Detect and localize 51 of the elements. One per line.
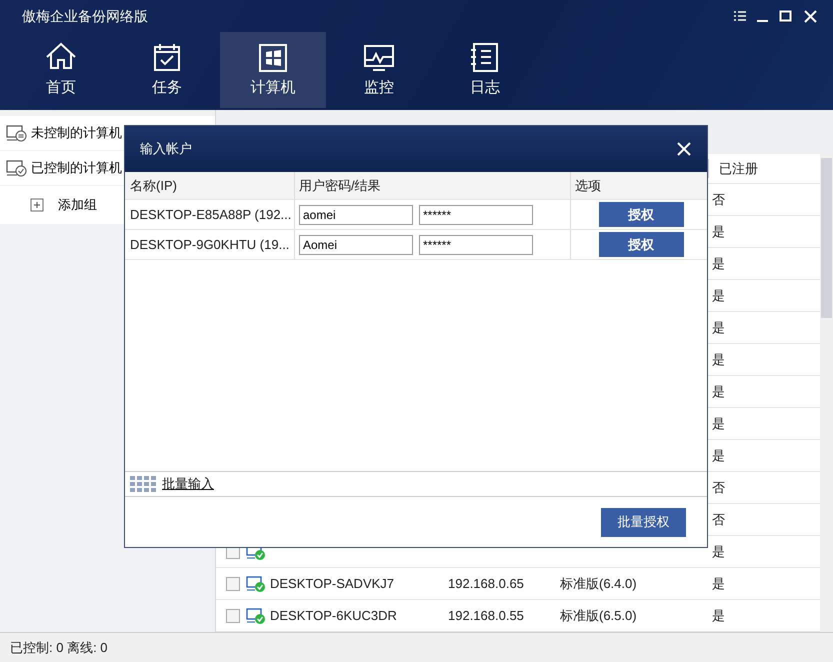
nav-tab[interactable]: 监控 (326, 32, 432, 108)
menu-icon (732, 8, 747, 24)
checkbox[interactable] (226, 608, 240, 622)
table-cell-text: 是 (711, 606, 726, 625)
table-cell-text: 是 (711, 318, 726, 337)
table-cell-text: 否 (711, 510, 726, 529)
nav-tab[interactable]: 首页 (8, 32, 114, 108)
table-cell-text: 是 (711, 286, 726, 305)
table-cell-text: 是 (711, 382, 726, 401)
monitor-check-icon (246, 606, 266, 624)
nav-tab[interactable]: 任务 (114, 32, 220, 108)
table-cell-text: 否 (711, 478, 726, 497)
table-cell-text: 标准版(6.5.0) (560, 606, 638, 625)
table-cell-text: 标准版(6.4.0) (560, 574, 638, 593)
authorize-button[interactable]: 授权 (598, 232, 684, 257)
table-cell-text: DESKTOP-SADVKJ7 (270, 574, 396, 593)
username-field[interactable]: aomei (299, 204, 413, 224)
minimize-icon (757, 20, 768, 22)
table-cell-text: 否 (711, 190, 726, 209)
table-cell-text: 是 (711, 446, 726, 465)
password-field[interactable]: ****** (419, 234, 533, 254)
table-cell-text: DESKTOP-9G0KHTU (19... (130, 236, 290, 254)
table-cell-text: 是 (711, 350, 726, 369)
table-cell-text: 是 (711, 542, 726, 561)
close-icon (803, 8, 818, 24)
table-cell-text: 192.168.0.65 (448, 574, 525, 593)
table-cell-text: DESKTOP-6KUC3DR (270, 606, 398, 625)
close-icon (677, 142, 691, 156)
checkbox[interactable] (226, 576, 240, 590)
plus-box-icon (30, 198, 44, 212)
monitor-check-icon (246, 574, 266, 592)
table-cell-text: 是 (711, 414, 726, 433)
table-cell-text: 192.168.0.55 (448, 606, 525, 625)
password-field[interactable]: ****** (419, 204, 533, 224)
monitor-check-icon (6, 159, 27, 177)
column-header: 选项 (575, 176, 601, 195)
batch-authorize-button[interactable]: 批量授权 (601, 508, 686, 536)
window-title: 傲梅企业备份网络版 (22, 6, 149, 26)
table-cell-text: 是 (711, 254, 726, 273)
table-cell-text: 是 (711, 574, 726, 593)
table-cell-text: 是 (711, 222, 726, 241)
nav-tab[interactable]: 计算机 (220, 32, 326, 108)
column-header: 用户密码/结果 (299, 176, 381, 195)
scrollbar-thumb[interactable] (821, 158, 832, 318)
maximize-icon (778, 8, 793, 24)
monitor-list-icon (6, 124, 27, 142)
nav-tab[interactable]: 日志 (432, 32, 538, 108)
authorize-button[interactable]: 授权 (598, 202, 684, 227)
batch-input-link[interactable]: 批量输入 (162, 474, 214, 494)
grid-icon (130, 475, 158, 493)
username-field[interactable]: Aomei (299, 234, 413, 254)
